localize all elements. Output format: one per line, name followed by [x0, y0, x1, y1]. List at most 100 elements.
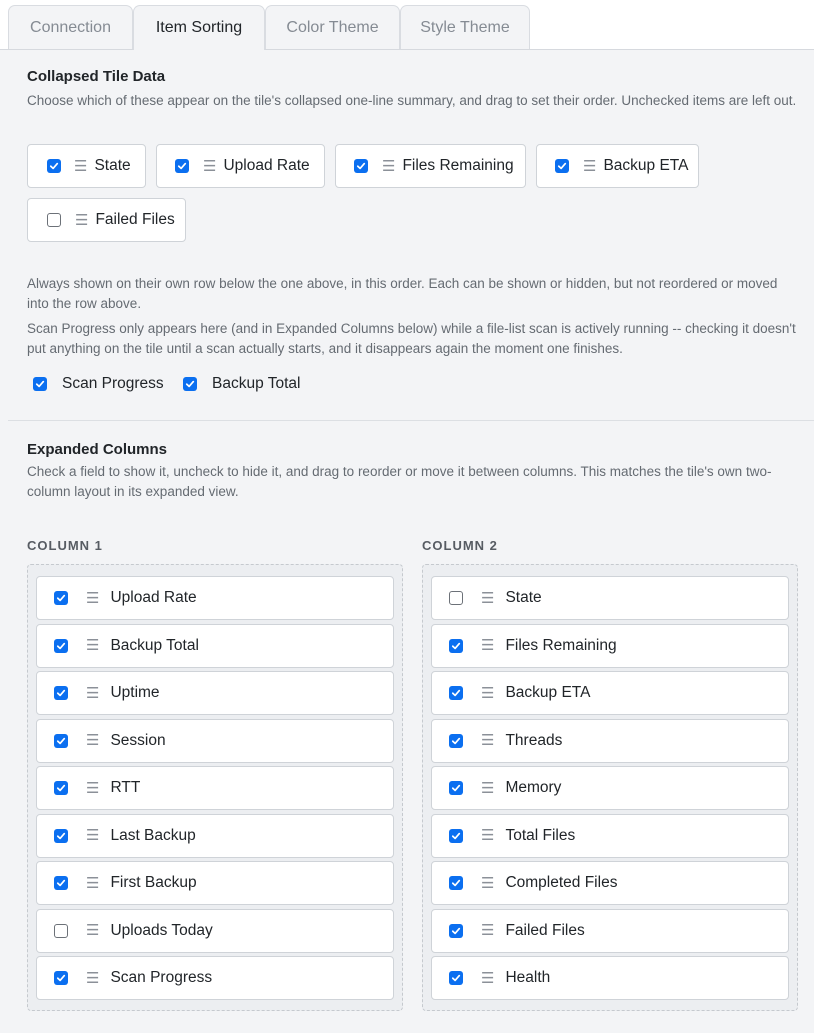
checkbox[interactable]: [54, 876, 68, 890]
drag-handle-icon[interactable]: ☰: [481, 876, 494, 891]
second-row-item[interactable]: Backup Total: [183, 375, 300, 393]
column-item[interactable]: ☰ Backup ETA: [431, 671, 789, 715]
collapsed-item[interactable]: ☰ Failed Files: [27, 198, 186, 242]
column-item[interactable]: ☰ Uploads Today: [36, 908, 394, 953]
column-item[interactable]: ☰ Last Backup: [36, 813, 394, 858]
checkbox[interactable]: [33, 377, 47, 391]
drag-handle-icon[interactable]: ☰: [74, 159, 87, 174]
drag-handle-icon[interactable]: ☰: [481, 781, 494, 796]
checkbox[interactable]: [449, 923, 463, 938]
checkmark-icon: [56, 879, 66, 887]
column-2-dropzone[interactable]: ☰ State ☰ Files Remaining ☰ Backup ETA ☰ Thread…: [422, 564, 798, 1011]
collapsed-item[interactable]: ☰ Backup ETA: [536, 144, 699, 188]
checkbox[interactable]: [54, 971, 68, 985]
drag-handle-icon[interactable]: ☰: [86, 971, 99, 986]
column-1-dropzone[interactable]: ☰ Upload Rate ☰ Backup Total ☰ Uptime ☰ Session…: [27, 564, 403, 1011]
drag-handle-icon[interactable]: ☰: [481, 828, 494, 843]
checkmark-icon: [451, 974, 461, 982]
tab-style-theme[interactable]: Style Theme: [400, 5, 530, 49]
column-item[interactable]: ☰ Backup Total: [36, 623, 394, 668]
column-item[interactable]: ☰ Total Files: [431, 813, 789, 858]
drag-handle-icon[interactable]: ☰: [481, 733, 494, 748]
drag-handle-icon[interactable]: ☰: [481, 971, 494, 986]
checkbox[interactable]: [54, 781, 68, 795]
column-item[interactable]: ☰ Uptime: [36, 671, 394, 715]
column-item[interactable]: ☰ Session: [36, 718, 394, 763]
checkmark-icon: [451, 737, 461, 744]
checkmark-icon: [557, 162, 567, 170]
checkbox[interactable]: [54, 638, 68, 653]
checkbox[interactable]: [555, 159, 569, 173]
column-item[interactable]: ☰ Upload Rate: [36, 576, 394, 620]
checkbox[interactable]: [175, 159, 189, 173]
checkbox[interactable]: [54, 591, 68, 605]
drag-handle-icon[interactable]: ☰: [203, 159, 216, 174]
checkbox[interactable]: [54, 733, 68, 748]
drag-handle-icon[interactable]: ☰: [481, 923, 494, 938]
collapsed-item-label: Failed Files: [95, 211, 175, 228]
drag-handle-icon[interactable]: ☰: [86, 828, 99, 843]
column-item-label: RTT: [110, 779, 141, 796]
drag-handle-icon[interactable]: ☰: [481, 591, 494, 606]
drag-handle-icon[interactable]: ☰: [86, 781, 99, 796]
checkbox[interactable]: [449, 733, 463, 748]
column-item[interactable]: ☰ Completed Files: [431, 861, 789, 905]
column-item[interactable]: ☰ Health: [431, 956, 789, 1000]
drag-handle-icon[interactable]: ☰: [481, 638, 494, 653]
collapsed-item[interactable]: ☰ Files Remaining: [335, 144, 526, 188]
drag-handle-icon[interactable]: ☰: [86, 591, 99, 606]
checkmark-icon: [185, 380, 195, 388]
drag-handle-icon[interactable]: ☰: [481, 686, 494, 701]
drag-handle-icon[interactable]: ☰: [86, 686, 99, 701]
drag-handle-icon[interactable]: ☰: [75, 213, 88, 228]
collapsed-item-label: State: [94, 157, 131, 174]
expanded-section-title: Expanded Columns: [27, 441, 168, 458]
checkbox[interactable]: [449, 828, 463, 843]
checkbox[interactable]: [183, 377, 197, 391]
tab-item-sorting[interactable]: Item Sorting: [133, 5, 265, 50]
checkbox[interactable]: [54, 923, 68, 938]
checkbox[interactable]: [54, 828, 68, 843]
checkbox[interactable]: [449, 686, 463, 700]
column-item-label: First Backup: [110, 874, 197, 891]
column-item-label: Last Backup: [110, 826, 196, 844]
tab-color-theme[interactable]: Color Theme: [265, 5, 400, 49]
checkmark-icon: [49, 162, 59, 170]
checkbox[interactable]: [47, 213, 61, 227]
collapsed-item[interactable]: ☰ State: [27, 144, 146, 188]
checkbox[interactable]: [354, 159, 368, 173]
checkmark-icon: [451, 642, 461, 649]
drag-handle-icon[interactable]: ☰: [86, 733, 99, 748]
column-item[interactable]: ☰ RTT: [36, 766, 394, 810]
column-item-label: State: [505, 589, 542, 606]
drag-handle-icon[interactable]: ☰: [86, 876, 99, 891]
tab-connection[interactable]: Connection: [8, 5, 133, 49]
column-item-label: Uploads Today: [110, 921, 213, 939]
checkbox[interactable]: [449, 781, 463, 795]
collapsed-item-label: Upload Rate: [223, 157, 310, 174]
checkmark-icon: [451, 689, 461, 697]
checkmark-icon: [56, 737, 66, 744]
column-item[interactable]: ☰ Threads: [431, 718, 789, 763]
collapsed-item[interactable]: ☰ Upload Rate: [156, 144, 325, 188]
checkbox[interactable]: [449, 876, 463, 890]
column-item[interactable]: ☰ Scan Progress: [36, 956, 394, 1000]
second-row-description: Always shown on their own row below the …: [27, 276, 778, 311]
checkbox[interactable]: [449, 638, 463, 653]
column-item[interactable]: ☰ State: [431, 576, 789, 620]
column-item[interactable]: ☰ Failed Files: [431, 908, 789, 953]
drag-handle-icon[interactable]: ☰: [86, 923, 99, 938]
column-item-label: Health: [505, 969, 551, 986]
column-item[interactable]: ☰ Files Remaining: [431, 623, 789, 668]
checkbox[interactable]: [449, 591, 463, 605]
drag-handle-icon[interactable]: ☰: [86, 638, 99, 653]
checkbox[interactable]: [54, 686, 68, 700]
checkmark-icon: [451, 832, 461, 839]
drag-handle-icon[interactable]: ☰: [583, 159, 596, 174]
column-item[interactable]: ☰ First Backup: [36, 861, 394, 905]
checkbox[interactable]: [47, 159, 61, 173]
drag-handle-icon[interactable]: ☰: [382, 159, 395, 174]
column-item[interactable]: ☰ Memory: [431, 766, 789, 810]
checkbox[interactable]: [449, 971, 463, 985]
second-row-item[interactable]: Scan Progress: [33, 375, 164, 393]
